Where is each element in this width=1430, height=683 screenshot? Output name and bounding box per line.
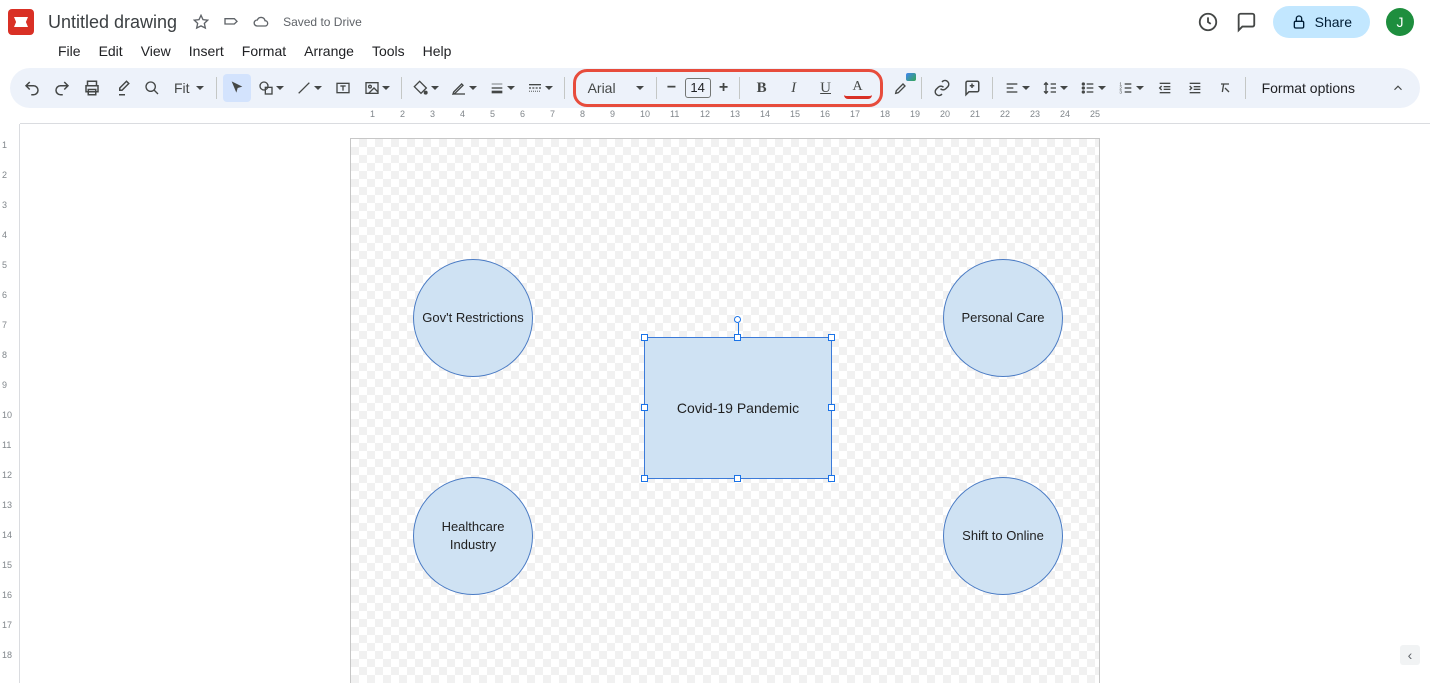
font-group-highlight: Arial − 14 + B I U A <box>573 69 883 107</box>
resize-handle[interactable] <box>641 475 648 482</box>
textbox-tool[interactable] <box>329 74 357 102</box>
menubar: File Edit View Insert Format Arrange Too… <box>0 40 1430 64</box>
border-weight[interactable] <box>484 74 520 102</box>
history-icon[interactable] <box>1197 11 1219 33</box>
separator <box>564 77 565 99</box>
highlight-color-button[interactable] <box>887 74 915 102</box>
format-options-button[interactable]: Format options <box>1252 76 1365 100</box>
shape-circle-personal[interactable]: Personal Care <box>943 259 1063 377</box>
explore-button[interactable]: ‹ <box>1400 645 1420 665</box>
cloud-icon[interactable] <box>253 14 269 30</box>
resize-handle[interactable] <box>641 404 648 411</box>
separator <box>992 77 993 99</box>
border-dash[interactable] <box>522 74 558 102</box>
svg-text:3: 3 <box>1119 89 1122 94</box>
decrease-font-size[interactable]: − <box>665 79 679 97</box>
line-spacing-button[interactable] <box>1037 74 1073 102</box>
share-button[interactable]: Share <box>1273 6 1370 38</box>
undo-button[interactable] <box>18 74 46 102</box>
drawings-logo <box>8 9 34 35</box>
rotation-stem <box>738 323 739 335</box>
separator <box>216 77 217 99</box>
menu-edit[interactable]: Edit <box>91 39 131 63</box>
separator <box>921 77 922 99</box>
numbered-list-button[interactable]: 123 <box>1113 74 1149 102</box>
toolbar-wrap: Fit Arial − 14 + B I U A <box>0 64 1430 108</box>
line-tool[interactable] <box>291 74 327 102</box>
paint-format-button[interactable] <box>108 74 136 102</box>
title-icons: Saved to Drive <box>193 14 362 30</box>
header-right: Share J <box>1197 6 1414 38</box>
image-tool[interactable] <box>359 74 395 102</box>
clear-format-button[interactable] <box>1211 74 1239 102</box>
shape-circle-online[interactable]: Shift to Online <box>943 477 1063 595</box>
resize-handle[interactable] <box>734 475 741 482</box>
resize-handle[interactable] <box>734 334 741 341</box>
menu-help[interactable]: Help <box>415 39 460 63</box>
workspace: 123456789101112131415161718 Gov't Restri… <box>0 124 1430 683</box>
share-label: Share <box>1315 14 1352 30</box>
insert-comment-button[interactable] <box>958 74 986 102</box>
zoom-icon[interactable] <box>138 74 166 102</box>
shape-rect-covid[interactable]: Covid-19 Pandemic <box>644 337 832 479</box>
bulleted-list-button[interactable] <box>1075 74 1111 102</box>
separator <box>401 77 402 99</box>
canvas-area[interactable]: Gov't Restrictions Personal Care Healthc… <box>20 124 1430 683</box>
font-size-input[interactable]: 14 <box>685 78 711 98</box>
resize-handle[interactable] <box>641 334 648 341</box>
zoom-select[interactable]: Fit <box>168 80 210 96</box>
comments-icon[interactable] <box>1235 11 1257 33</box>
font-family-select[interactable]: Arial <box>584 78 648 98</box>
separator <box>656 77 657 99</box>
star-icon[interactable] <box>193 14 209 30</box>
menu-format[interactable]: Format <box>234 39 294 63</box>
lock-icon <box>1291 14 1307 30</box>
separator <box>1245 77 1246 99</box>
bold-button[interactable]: B <box>748 74 776 102</box>
select-tool[interactable] <box>223 74 251 102</box>
menu-insert[interactable]: Insert <box>181 39 232 63</box>
rotation-handle[interactable] <box>734 316 741 323</box>
menu-arrange[interactable]: Arrange <box>296 39 362 63</box>
resize-handle[interactable] <box>828 334 835 341</box>
horizontal-ruler: 1234567891011121314151617181920212223242… <box>20 108 1430 124</box>
font-size-control: − 14 + <box>665 78 731 98</box>
resize-handle[interactable] <box>828 475 835 482</box>
redo-button[interactable] <box>48 74 76 102</box>
border-color[interactable] <box>446 74 482 102</box>
move-icon[interactable] <box>223 14 239 30</box>
underline-button[interactable]: U <box>812 74 840 102</box>
fill-color[interactable] <box>408 74 444 102</box>
italic-button[interactable]: I <box>780 74 808 102</box>
header: Untitled drawing Saved to Drive Share J <box>0 0 1430 40</box>
collapse-toolbar-button[interactable] <box>1384 74 1412 102</box>
print-button[interactable] <box>78 74 106 102</box>
shape-circle-healthcare[interactable]: Healthcare Industry <box>413 477 533 595</box>
insert-link-button[interactable] <box>928 74 956 102</box>
menu-tools[interactable]: Tools <box>364 39 413 63</box>
shape-circle-gov[interactable]: Gov't Restrictions <box>413 259 533 377</box>
align-button[interactable] <box>999 74 1035 102</box>
increase-font-size[interactable]: + <box>717 79 731 97</box>
increase-indent-button[interactable] <box>1181 74 1209 102</box>
drawing-page[interactable]: Gov't Restrictions Personal Care Healthc… <box>350 138 1100 683</box>
menu-file[interactable]: File <box>50 39 89 63</box>
decrease-indent-button[interactable] <box>1151 74 1179 102</box>
vertical-ruler: 123456789101112131415161718 <box>0 124 20 683</box>
resize-handle[interactable] <box>828 404 835 411</box>
avatar[interactable]: J <box>1386 8 1414 36</box>
toolbar: Fit Arial − 14 + B I U A <box>10 68 1420 108</box>
doc-title[interactable]: Untitled drawing <box>42 10 183 35</box>
save-status: Saved to Drive <box>283 15 362 29</box>
text-color-button[interactable]: A <box>844 77 872 99</box>
shape-tool[interactable] <box>253 74 289 102</box>
shape-rect-label: Covid-19 Pandemic <box>677 400 799 416</box>
separator <box>739 77 740 99</box>
menu-view[interactable]: View <box>133 39 179 63</box>
